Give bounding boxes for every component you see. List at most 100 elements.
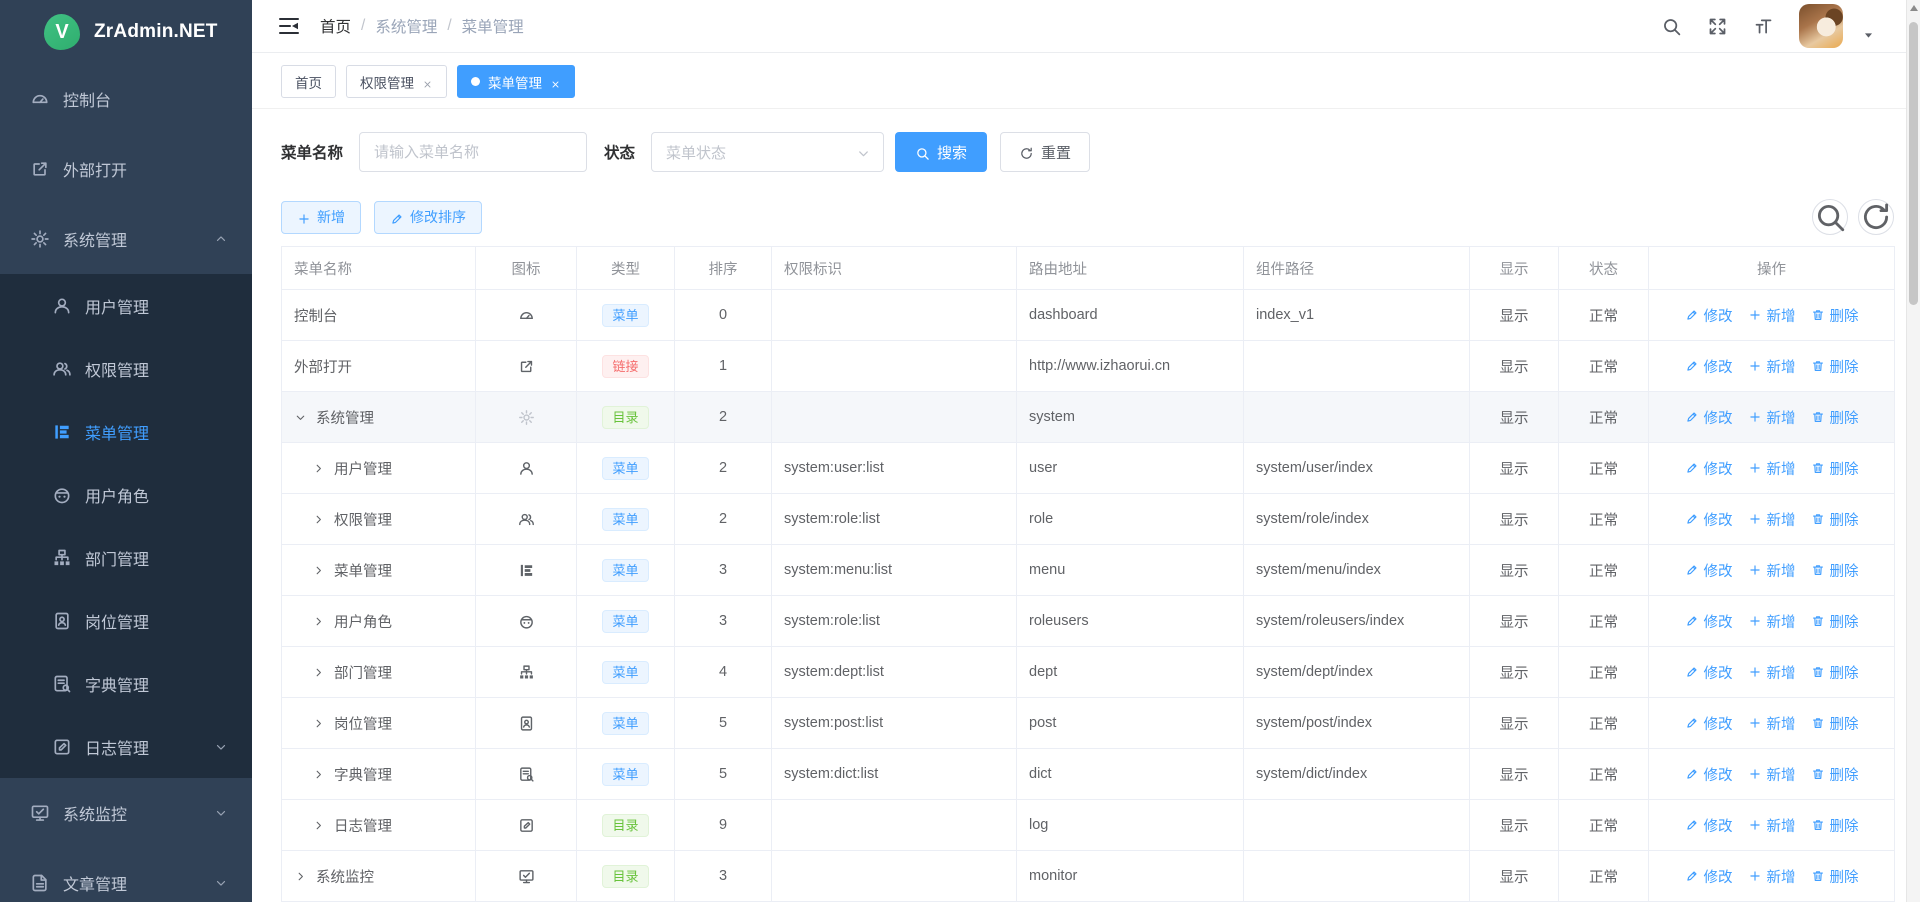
edit-action[interactable]: 修改 bbox=[1685, 764, 1733, 785]
show-search-button[interactable] bbox=[1812, 199, 1848, 235]
table-row-log: 日志管理目录9log显示正常修改新增删除 bbox=[282, 800, 1895, 851]
plus-icon bbox=[1748, 767, 1762, 781]
chevron-right-icon[interactable] bbox=[312, 768, 325, 781]
sidebar-item-article[interactable]: 文章管理 bbox=[0, 848, 252, 902]
add-action[interactable]: 新增 bbox=[1748, 305, 1796, 326]
status-cell: 正常 bbox=[1559, 647, 1649, 698]
edit-action[interactable]: 修改 bbox=[1685, 815, 1733, 836]
delete-action[interactable]: 删除 bbox=[1811, 611, 1859, 632]
delete-action[interactable]: 删除 bbox=[1811, 866, 1859, 887]
edit-action[interactable]: 修改 bbox=[1685, 356, 1733, 377]
chevron-right-icon[interactable] bbox=[312, 666, 325, 679]
add-action[interactable]: 新增 bbox=[1748, 815, 1796, 836]
tab-menu[interactable]: 菜单管理 bbox=[457, 65, 575, 98]
add-action[interactable]: 新增 bbox=[1748, 407, 1796, 428]
component-cell: system/roleusers/index bbox=[1244, 596, 1470, 647]
search-button[interactable]: 搜索 bbox=[895, 132, 987, 172]
add-action[interactable]: 新增 bbox=[1748, 356, 1796, 377]
delete-action[interactable]: 删除 bbox=[1811, 509, 1859, 530]
sidebar-item-roleusers[interactable]: 用户角色 bbox=[0, 463, 252, 526]
font-size-button[interactable] bbox=[1753, 16, 1774, 37]
sidebar-item-dept[interactable]: 部门管理 bbox=[0, 526, 252, 589]
breadcrumb-item[interactable]: 首页 bbox=[320, 15, 351, 37]
sidebar-item-log[interactable]: 日志管理 bbox=[0, 715, 252, 778]
page-scrollbar[interactable] bbox=[1906, 0, 1920, 902]
chevron-right-icon[interactable] bbox=[312, 564, 325, 577]
monitor-icon bbox=[518, 868, 535, 885]
chevron-right-icon[interactable] bbox=[312, 513, 325, 526]
sidebar-item-monitor[interactable]: 系统监控 bbox=[0, 778, 252, 848]
search-button[interactable] bbox=[1661, 16, 1682, 37]
add-action[interactable]: 新增 bbox=[1748, 662, 1796, 683]
sidebar-item-user[interactable]: 用户管理 bbox=[0, 274, 252, 337]
chevron-right-icon[interactable] bbox=[312, 717, 325, 730]
component-cell: system/role/index bbox=[1244, 494, 1470, 545]
tab-role[interactable]: 权限管理 bbox=[346, 65, 447, 98]
add-action[interactable]: 新增 bbox=[1748, 458, 1796, 479]
delete-action[interactable]: 删除 bbox=[1811, 407, 1859, 428]
edit-action[interactable]: 修改 bbox=[1685, 407, 1733, 428]
add-action[interactable]: 新增 bbox=[1748, 713, 1796, 734]
sidebar-item-role[interactable]: 权限管理 bbox=[0, 337, 252, 400]
route-cell: roleusers bbox=[1017, 596, 1244, 647]
scrollbar-thumb[interactable] bbox=[1909, 22, 1918, 305]
sidebar-item-system[interactable]: 系统管理 bbox=[0, 204, 252, 274]
chevron-down-icon[interactable] bbox=[294, 411, 307, 424]
edit-action[interactable]: 修改 bbox=[1685, 560, 1733, 581]
sidebar-item-menu[interactable]: 菜单管理 bbox=[0, 400, 252, 463]
tab-home[interactable]: 首页 bbox=[281, 65, 336, 98]
edit-action[interactable]: 修改 bbox=[1685, 509, 1733, 530]
delete-action[interactable]: 删除 bbox=[1811, 305, 1859, 326]
app-logo[interactable]: V ZrAdmin.NET bbox=[0, 0, 252, 64]
chevron-right-icon[interactable] bbox=[294, 870, 307, 883]
edit-action[interactable]: 修改 bbox=[1685, 662, 1733, 683]
table-row-external: 外部打开链接1http://www.izhaorui.cn显示正常修改新增删除 bbox=[282, 341, 1895, 392]
edit-action[interactable]: 修改 bbox=[1685, 458, 1733, 479]
delete-action[interactable]: 删除 bbox=[1811, 764, 1859, 785]
edit-icon bbox=[1685, 308, 1699, 322]
breadcrumb-item[interactable]: 菜单管理 bbox=[462, 15, 524, 37]
refresh-table-button[interactable] bbox=[1858, 199, 1894, 235]
sidebar-item-external[interactable]: 外部打开 bbox=[0, 134, 252, 204]
edit-action[interactable]: 修改 bbox=[1685, 713, 1733, 734]
delete-action[interactable]: 删除 bbox=[1811, 815, 1859, 836]
avatar[interactable] bbox=[1799, 4, 1843, 48]
sidebar-item-dict[interactable]: 字典管理 bbox=[0, 652, 252, 715]
add-action[interactable]: 新增 bbox=[1748, 764, 1796, 785]
menu-name-input[interactable] bbox=[359, 132, 587, 172]
delete-action[interactable]: 删除 bbox=[1811, 560, 1859, 581]
tab-close-icon[interactable] bbox=[550, 76, 561, 87]
type-tag: 菜单 bbox=[602, 610, 648, 633]
chevron-right-icon[interactable] bbox=[312, 462, 325, 475]
edit-action[interactable]: 修改 bbox=[1685, 305, 1733, 326]
status-select[interactable]: 菜单状态 bbox=[651, 132, 884, 172]
add-action[interactable]: 新增 bbox=[1748, 560, 1796, 581]
sort-button[interactable]: 修改排序 bbox=[374, 201, 482, 234]
fullscreen-button[interactable] bbox=[1707, 16, 1728, 37]
refresh-icon bbox=[1019, 145, 1034, 160]
chevron-right-icon[interactable] bbox=[312, 819, 325, 832]
menu-fold-icon[interactable] bbox=[277, 14, 301, 38]
add-action[interactable]: 新增 bbox=[1748, 611, 1796, 632]
scrollbar-up-arrow-icon[interactable] bbox=[1910, 5, 1918, 11]
delete-action[interactable]: 删除 bbox=[1811, 713, 1859, 734]
add-action[interactable]: 新增 bbox=[1748, 866, 1796, 887]
order-cell: 2 bbox=[675, 494, 772, 545]
delete-action[interactable]: 删除 bbox=[1811, 458, 1859, 479]
delete-action[interactable]: 删除 bbox=[1811, 662, 1859, 683]
tab-close-icon[interactable] bbox=[422, 76, 433, 87]
add-button[interactable]: 新增 bbox=[281, 201, 361, 234]
breadcrumb-item[interactable]: 系统管理 bbox=[375, 15, 437, 37]
delete-action[interactable]: 删除 bbox=[1811, 356, 1859, 377]
edit-action[interactable]: 修改 bbox=[1685, 611, 1733, 632]
menu-name-cell: 权限管理 bbox=[294, 509, 463, 530]
add-action-label: 新增 bbox=[1767, 815, 1796, 836]
caret-down-icon[interactable] bbox=[1862, 27, 1875, 40]
edit-action[interactable]: 修改 bbox=[1685, 866, 1733, 887]
sidebar-item-post[interactable]: 岗位管理 bbox=[0, 589, 252, 652]
add-action[interactable]: 新增 bbox=[1748, 509, 1796, 530]
chevron-right-icon[interactable] bbox=[312, 615, 325, 628]
reset-button[interactable]: 重置 bbox=[1000, 132, 1090, 172]
add-action-label: 新增 bbox=[1767, 509, 1796, 530]
sidebar-item-console[interactable]: 控制台 bbox=[0, 64, 252, 134]
